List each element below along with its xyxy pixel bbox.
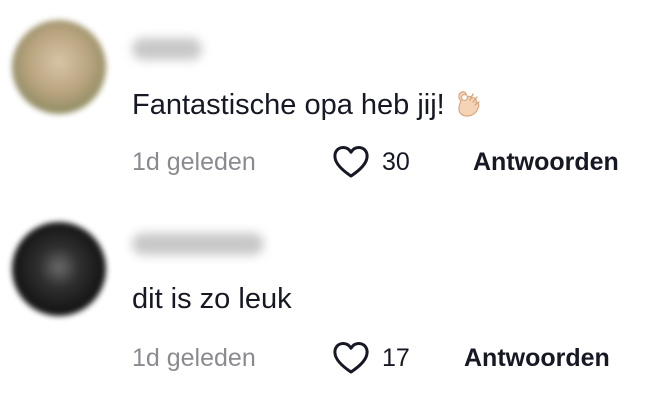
- comment-text-content: dit is zo leuk: [132, 283, 292, 315]
- comment-text: Fantastische opa heb jij!: [132, 87, 483, 123]
- comment-text-content: Fantastische opa heb jij!: [132, 89, 445, 121]
- username-blurred[interactable]: [132, 233, 264, 255]
- like-count: 30: [382, 148, 410, 176]
- reply-button[interactable]: Antwoorden: [473, 144, 619, 180]
- comment-meta-row: 1d geleden 17 Antwoorden: [132, 340, 658, 376]
- heart-icon[interactable]: [332, 145, 370, 179]
- like-button[interactable]: 17: [332, 340, 410, 376]
- comment-item: Fantastische opa heb jij! 1d geleden 30 …: [0, 0, 658, 200]
- timestamp: 1d geleden: [132, 344, 256, 372]
- avatar[interactable]: [12, 20, 106, 114]
- comment-item: dit is zo leuk 1d geleden 17 Antwoorden: [0, 200, 658, 402]
- comment-meta-row: 1d geleden 30 Antwoorden: [132, 144, 658, 180]
- like-button[interactable]: 30: [332, 144, 410, 180]
- timestamp: 1d geleden: [132, 148, 256, 176]
- avatar[interactable]: [12, 222, 106, 316]
- username-blurred[interactable]: [132, 38, 202, 60]
- like-count: 17: [382, 344, 410, 372]
- comment-text: dit is zo leuk: [132, 281, 292, 317]
- ok-hand-icon: [453, 88, 483, 118]
- reply-button[interactable]: Antwoorden: [464, 340, 610, 376]
- heart-icon[interactable]: [332, 341, 370, 375]
